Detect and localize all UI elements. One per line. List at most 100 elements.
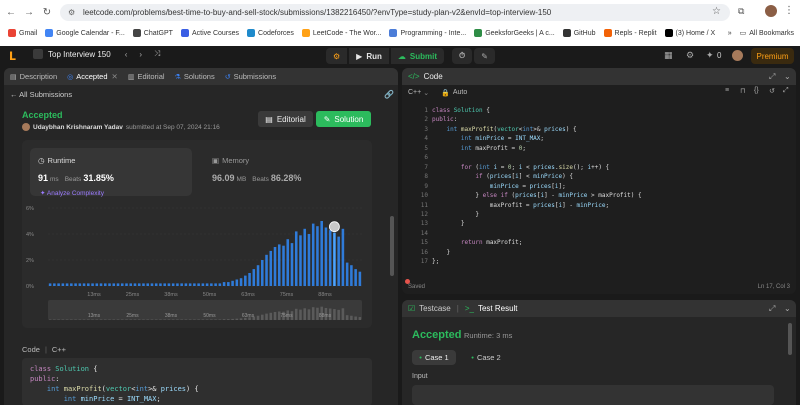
- submit-button[interactable]: ☁ Submit: [390, 48, 444, 64]
- chart-bar[interactable]: [235, 279, 239, 287]
- profile-avatar[interactable]: [765, 5, 777, 17]
- chart-bar[interactable]: [277, 244, 281, 286]
- chart-bar[interactable]: [320, 221, 323, 286]
- chart-bar[interactable]: [48, 283, 52, 286]
- chart-bar[interactable]: [154, 283, 158, 286]
- leetcode-logo-icon[interactable]: ᒪ: [9, 50, 21, 63]
- chart-bar[interactable]: [91, 283, 94, 286]
- chart-bar[interactable]: [65, 283, 69, 286]
- user-avatar[interactable]: [732, 50, 743, 61]
- streak-icon[interactable]: ✦: [706, 50, 714, 61]
- share-link-icon[interactable]: 🔗: [384, 90, 394, 99]
- runtime-distribution-chart[interactable]: 0% 2% 4% 6% 13ms 25ms 38ms 50ms 63ms 75ms 88ms 13ms…: [22, 200, 372, 328]
- chart-bar[interactable]: [99, 283, 103, 286]
- bookmark-item[interactable]: Gmail: [8, 29, 37, 37]
- premium-button[interactable]: Premium: [751, 48, 794, 64]
- chart-bar[interactable]: [231, 280, 234, 286]
- chart-bar[interactable]: [150, 283, 154, 286]
- chart-bar[interactable]: [82, 283, 86, 286]
- tab-testcase[interactable]: Testcase: [419, 304, 451, 313]
- chart-bar[interactable]: [78, 283, 82, 286]
- chart-bar[interactable]: [222, 282, 226, 286]
- memory-box[interactable]: ▣ Memory 96.09 MB Beats 86.28%: [204, 148, 364, 196]
- bookmark-item[interactable]: Programming - Inte...: [389, 29, 466, 37]
- tab-solutions[interactable]: ⚗ Solutions: [175, 72, 215, 81]
- chart-bar[interactable]: [159, 283, 162, 286]
- all-submissions-link[interactable]: ← All Submissions: [10, 90, 72, 99]
- bookmark-item[interactable]: ChatGPT: [132, 29, 173, 37]
- fullscreen-icon[interactable]: ⤢: [783, 87, 789, 95]
- timer-icon[interactable]: ⏱: [452, 48, 473, 64]
- chart-bar[interactable]: [290, 243, 294, 286]
- panel-collapse-icon[interactable]: ⌄: [784, 304, 791, 313]
- next-problem-icon[interactable]: ›: [139, 50, 142, 59]
- chart-bar[interactable]: [167, 283, 171, 286]
- braces-icon[interactable]: {}: [754, 87, 759, 94]
- bookmark-item[interactable]: Active Courses: [180, 29, 239, 37]
- url-bar[interactable]: ⚙ leetcode.com/problems/best-time-to-buy…: [60, 4, 730, 21]
- bookmark-star-icon[interactable]: ☆: [712, 6, 721, 17]
- chart-bar[interactable]: [61, 283, 65, 286]
- code-editor-content[interactable]: class Solution {public: int maxProfit(ve…: [432, 106, 642, 267]
- collapse-icon[interactable]: ⌄: [784, 72, 791, 81]
- chart-bar[interactable]: [358, 271, 362, 286]
- bookmark-item[interactable]: Codeforces: [247, 29, 294, 37]
- chart-bar[interactable]: [146, 283, 149, 286]
- author-name[interactable]: Udaybhan Krishnaram Yadav: [33, 124, 123, 131]
- chart-bar[interactable]: [239, 278, 243, 286]
- right-scrollbar[interactable]: [788, 323, 792, 355]
- editorial-button[interactable]: ▤ Editorial: [258, 111, 313, 127]
- chart-bar[interactable]: [269, 250, 273, 286]
- chart-bar[interactable]: [350, 265, 353, 286]
- chart-bar[interactable]: [218, 283, 222, 286]
- chart-bar[interactable]: [273, 247, 277, 286]
- chart-bar[interactable]: [316, 226, 319, 286]
- chart-bar[interactable]: [133, 283, 137, 286]
- maximize-icon[interactable]: ⤢: [769, 72, 775, 82]
- close-icon[interactable]: ✕: [112, 72, 118, 81]
- chart-bar[interactable]: [227, 282, 230, 286]
- tab-editorial[interactable]: ▥ Editorial: [128, 72, 165, 81]
- chart-bar[interactable]: [252, 269, 256, 286]
- chart-bar[interactable]: [116, 283, 120, 286]
- chart-bar[interactable]: [307, 234, 311, 286]
- chart-bar[interactable]: [120, 283, 124, 286]
- shuffle-icon[interactable]: ⤨: [154, 49, 160, 59]
- case-2-tab[interactable]: • Case 2: [464, 350, 508, 365]
- chart-bar[interactable]: [180, 283, 183, 286]
- chart-bar[interactable]: [337, 236, 340, 286]
- chart-bar[interactable]: [261, 260, 264, 286]
- tab-test-result[interactable]: Test Result: [478, 304, 518, 313]
- forward-icon[interactable]: →: [22, 6, 36, 20]
- analyze-complexity-link[interactable]: ✦ Analyze Complexity: [40, 189, 104, 197]
- chart-bar[interactable]: [205, 283, 209, 286]
- tab-accepted[interactable]: ◎ Accepted ✕: [67, 72, 118, 81]
- chart-bar[interactable]: [265, 254, 268, 286]
- chart-bar[interactable]: [244, 275, 247, 286]
- tab-submissions[interactable]: ↺ Submissions: [225, 72, 276, 81]
- language-select[interactable]: C++: [408, 89, 421, 96]
- chart-bar[interactable]: [171, 283, 175, 286]
- chart-bar[interactable]: [193, 283, 196, 286]
- chart-bar[interactable]: [210, 283, 213, 286]
- back-icon[interactable]: ←: [4, 6, 18, 20]
- case-1-tab[interactable]: • Case 1: [412, 350, 456, 365]
- site-info-icon[interactable]: ⚙: [68, 8, 77, 17]
- chart-bar[interactable]: [137, 283, 141, 286]
- chart-bar[interactable]: [299, 235, 302, 286]
- reload-icon[interactable]: ↻: [40, 6, 54, 20]
- chart-bar[interactable]: [286, 239, 290, 286]
- runtime-box[interactable]: ◷ Runtime 91 ms Beats 31.85% ✦ Analyze Compl…: [30, 148, 192, 197]
- chart-bar[interactable]: [214, 283, 217, 286]
- chart-bar[interactable]: [188, 283, 192, 286]
- solution-button[interactable]: ✎ Solution: [316, 111, 371, 127]
- chart-bar-current[interactable]: [333, 232, 336, 286]
- left-scrollbar[interactable]: [390, 216, 394, 276]
- chart-bar[interactable]: [108, 283, 111, 286]
- chart-bar[interactable]: [112, 283, 116, 286]
- chart-bar[interactable]: [176, 283, 179, 286]
- chart-bar[interactable]: [201, 283, 205, 286]
- debug-icon[interactable]: ⚙: [326, 48, 348, 64]
- bookmark-item[interactable]: (3) Home / X: [664, 29, 715, 37]
- chart-bar[interactable]: [282, 245, 285, 286]
